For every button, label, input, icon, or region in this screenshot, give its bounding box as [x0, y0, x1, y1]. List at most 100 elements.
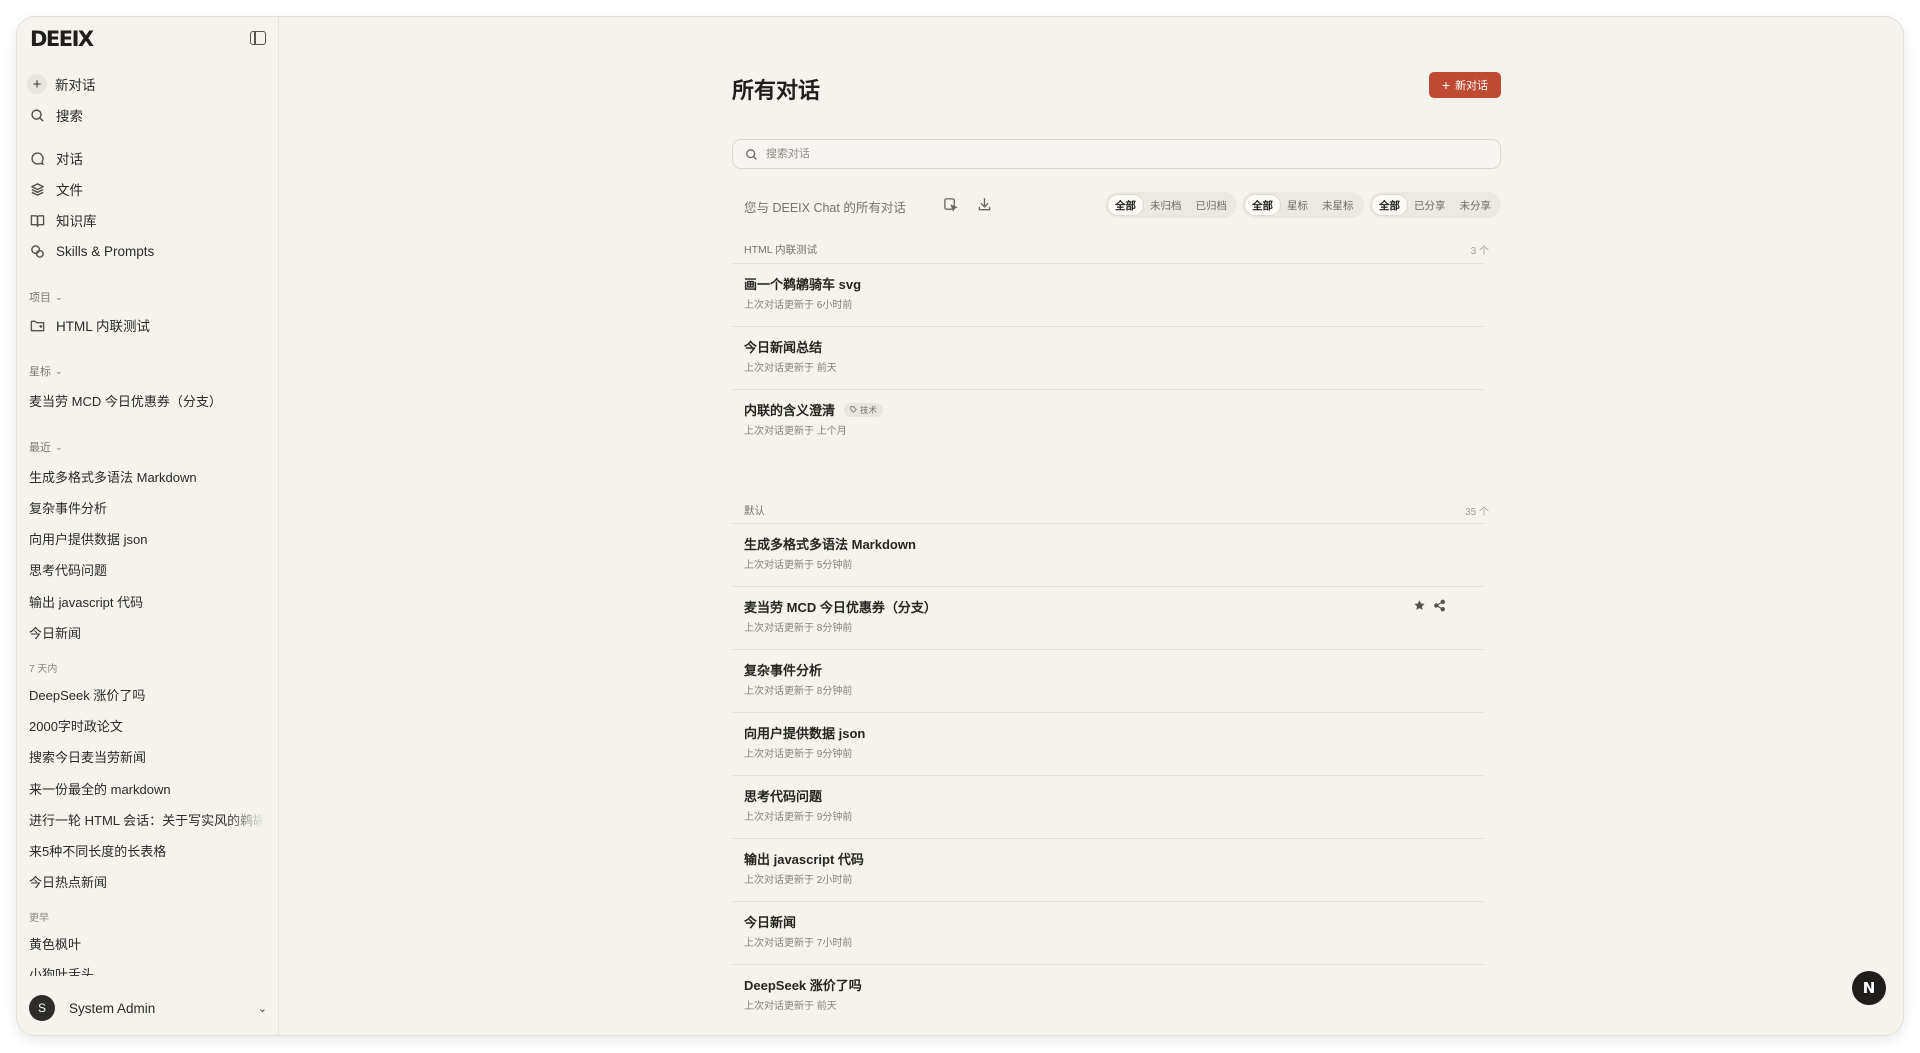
conversation-row[interactable]: 输出 javascript 代码 上次对话更新于 2小时前	[732, 839, 1484, 902]
star-filter: 全部 星标 未星标	[1242, 192, 1364, 218]
conversation-row[interactable]: 今日新闻总结 上次对话更新于 前天	[732, 327, 1484, 390]
search-link[interactable]: 搜索	[29, 102, 83, 128]
conversation-updated: 上次对话更新于 2小时前	[744, 875, 853, 886]
new-chat-label: 新对话	[55, 78, 96, 93]
sidebar-item-label: 文件	[56, 183, 83, 198]
conversation-title: 向用户提供数据 json	[744, 726, 866, 741]
conversation-row[interactable]: 画一个鹈鹕骑车 svg 上次对话更新于 6小时前	[732, 264, 1484, 327]
sidebar-item-label: 对话	[56, 152, 83, 167]
sidebar-chat-link[interactable]: 来5种不同长度的长表格	[29, 841, 264, 860]
conversation-title: 内联的含义澄清	[744, 403, 836, 418]
tag-icon	[850, 406, 857, 413]
time-group-label: 7 天内	[29, 664, 58, 675]
download-icon[interactable]	[977, 197, 993, 213]
group-header: 默认 35 个	[744, 502, 1489, 518]
chat-bubble-icon	[29, 150, 45, 166]
chevron-down-icon: ⌄	[55, 291, 63, 302]
sidebar-collapse-icon[interactable]	[250, 31, 266, 45]
select-mode-icon[interactable]	[943, 197, 959, 213]
share-filter: 全部 已分享 未分享	[1369, 192, 1501, 218]
search-input[interactable]	[766, 148, 1466, 160]
conversation-row[interactable]: DeepSeek 涨价了吗 上次对话更新于 前天	[732, 965, 1484, 1028]
conversation-title: 今日新闻总结	[744, 340, 823, 355]
chevron-down-icon: ⌄	[257, 1002, 267, 1015]
group-name: HTML 内联测试	[744, 243, 818, 256]
conversation-updated: 上次对话更新于 8分钟前	[744, 623, 853, 634]
conversation-title-wrap: 内联的含义澄清 技术	[744, 400, 884, 419]
starred-section-toggle[interactable]: 星标 ⌄	[29, 363, 63, 379]
filter-unarchived[interactable]: 未归档	[1143, 195, 1189, 215]
filter-shared[interactable]: 已分享	[1407, 195, 1453, 215]
user-menu[interactable]: S System Admin ⌄	[29, 993, 267, 1023]
conversation-row[interactable]: 复杂事件分析 上次对话更新于 8分钟前	[732, 650, 1484, 713]
filter-starred[interactable]: 星标	[1280, 195, 1315, 215]
plus-icon: +	[1441, 77, 1451, 93]
filter-unstarred[interactable]: 未星标	[1315, 195, 1361, 215]
conversation-title: 复杂事件分析	[744, 663, 823, 678]
assistant-button[interactable]: N	[1852, 971, 1886, 1005]
filter-archive-all[interactable]: 全部	[1108, 195, 1143, 215]
app-logo: DEEIX	[30, 27, 94, 51]
filter-share-all[interactable]: 全部	[1372, 195, 1407, 215]
sidebar-chat-link[interactable]: 今日热点新闻	[29, 872, 264, 891]
sidebar-chat-link[interactable]: 今日新闻	[29, 623, 264, 642]
sidebar-item-label: Skills & Prompts	[56, 243, 155, 259]
conversation-updated: 上次对话更新于 9分钟前	[744, 812, 853, 823]
sidebar-item-files[interactable]: 文件	[29, 176, 83, 202]
sidebar-chat-link[interactable]: 小狗叶舌头	[29, 966, 264, 976]
conversation-row[interactable]: 麦当劳 MCD 今日优惠券（分支） 上次对话更新于 8分钟前	[732, 587, 1484, 650]
sidebar-chat-link[interactable]: 输出 javascript 代码	[29, 592, 264, 611]
conversation-row[interactable]: 思考代码问题 上次对话更新于 9分钟前	[732, 776, 1484, 839]
conversation-row[interactable]: 内联的含义澄清 技术 上次对话更新于 上个月	[732, 390, 1484, 453]
page-title: 所有对话	[732, 78, 821, 103]
sidebar-item-skills[interactable]: Skills & Prompts	[29, 238, 154, 264]
group-header: HTML 内联测试 3 个	[744, 241, 1489, 257]
book-icon	[29, 212, 45, 228]
share-icon[interactable]	[1433, 599, 1446, 612]
conversation-updated: 上次对话更新于 7小时前	[744, 938, 853, 949]
star-icon[interactable]	[1413, 599, 1426, 612]
sidebar-chat-link[interactable]: 生成多格式多语法 Markdown	[29, 467, 264, 486]
filter-star-all[interactable]: 全部	[1245, 195, 1280, 215]
sidebar-chat-link[interactable]: 2000字时政论文	[29, 716, 264, 735]
new-chat-button[interactable]: + 新对话	[1429, 72, 1501, 98]
sidebar-project-item[interactable]: HTML 内联测试	[29, 312, 150, 338]
plus-icon: +	[27, 74, 47, 94]
conversation-search[interactable]	[732, 139, 1501, 169]
sidebar-item-label: 知识库	[56, 214, 97, 229]
tag-badge: 技术	[844, 402, 884, 417]
projects-section-toggle[interactable]: 项目 ⌄	[29, 289, 63, 305]
section-label: 最近	[29, 442, 51, 454]
sidebar-chat-link[interactable]: 来一份最全的 markdown	[29, 779, 264, 798]
sidebar-chat-link[interactable]: 复杂事件分析	[29, 498, 264, 517]
user-name: System Admin	[69, 1000, 156, 1016]
conversation-title: 生成多格式多语法 Markdown	[744, 537, 916, 552]
sidebar-item-chats[interactable]: 对话	[29, 145, 83, 171]
conversation-updated: 上次对话更新于 9分钟前	[744, 749, 853, 760]
new-chat-link[interactable]: + 新对话	[27, 71, 96, 97]
conversation-row[interactable]: 生成多格式多语法 Markdown 上次对话更新于 5分钟前	[732, 524, 1484, 587]
sidebar-chat-link[interactable]: 思考代码问题	[29, 560, 264, 579]
conversation-row[interactable]: 向用户提供数据 json 上次对话更新于 9分钟前	[732, 713, 1484, 776]
new-chat-button-label: 新对话	[1455, 80, 1489, 92]
conversation-updated: 上次对话更新于 6小时前	[744, 300, 853, 311]
sidebar-chat-link[interactable]: 向用户提供数据 json	[29, 529, 264, 548]
sidebar-chat-link[interactable]: 进行一轮 HTML 会话：关于写实风的鹈鹕	[29, 810, 264, 829]
main-content: 所有对话 + 新对话 您与 DEEIX Chat 的所有对话 全部 未归档 已归…	[280, 17, 1903, 1035]
sidebar-chat-link[interactable]: 麦当劳 MCD 今日优惠券（分支）	[29, 391, 264, 410]
filter-unshared[interactable]: 未分享	[1453, 195, 1499, 215]
conversation-row[interactable]: 今日新闻 上次对话更新于 7小时前	[732, 902, 1484, 965]
sidebar-item-knowledge[interactable]: 知识库	[29, 207, 97, 233]
recent-section-toggle[interactable]: 最近 ⌄	[29, 439, 63, 455]
conversation-updated: 上次对话更新于 前天	[744, 363, 837, 374]
search-icon	[746, 148, 757, 160]
conversation-title: 思考代码问题	[744, 789, 823, 804]
conversation-updated: 上次对话更新于 5分钟前	[744, 560, 853, 571]
layers-icon	[29, 181, 45, 197]
sidebar-chat-link[interactable]: 黄色枫叶	[29, 934, 264, 953]
section-label: 星标	[29, 366, 51, 378]
sidebar-chat-link[interactable]: DeepSeek 涨价了吗	[29, 685, 264, 704]
conversation-title: 输出 javascript 代码	[744, 852, 864, 867]
filter-archived[interactable]: 已归档	[1189, 195, 1235, 215]
sidebar-chat-link[interactable]: 搜索今日麦当劳新闻	[29, 747, 264, 766]
